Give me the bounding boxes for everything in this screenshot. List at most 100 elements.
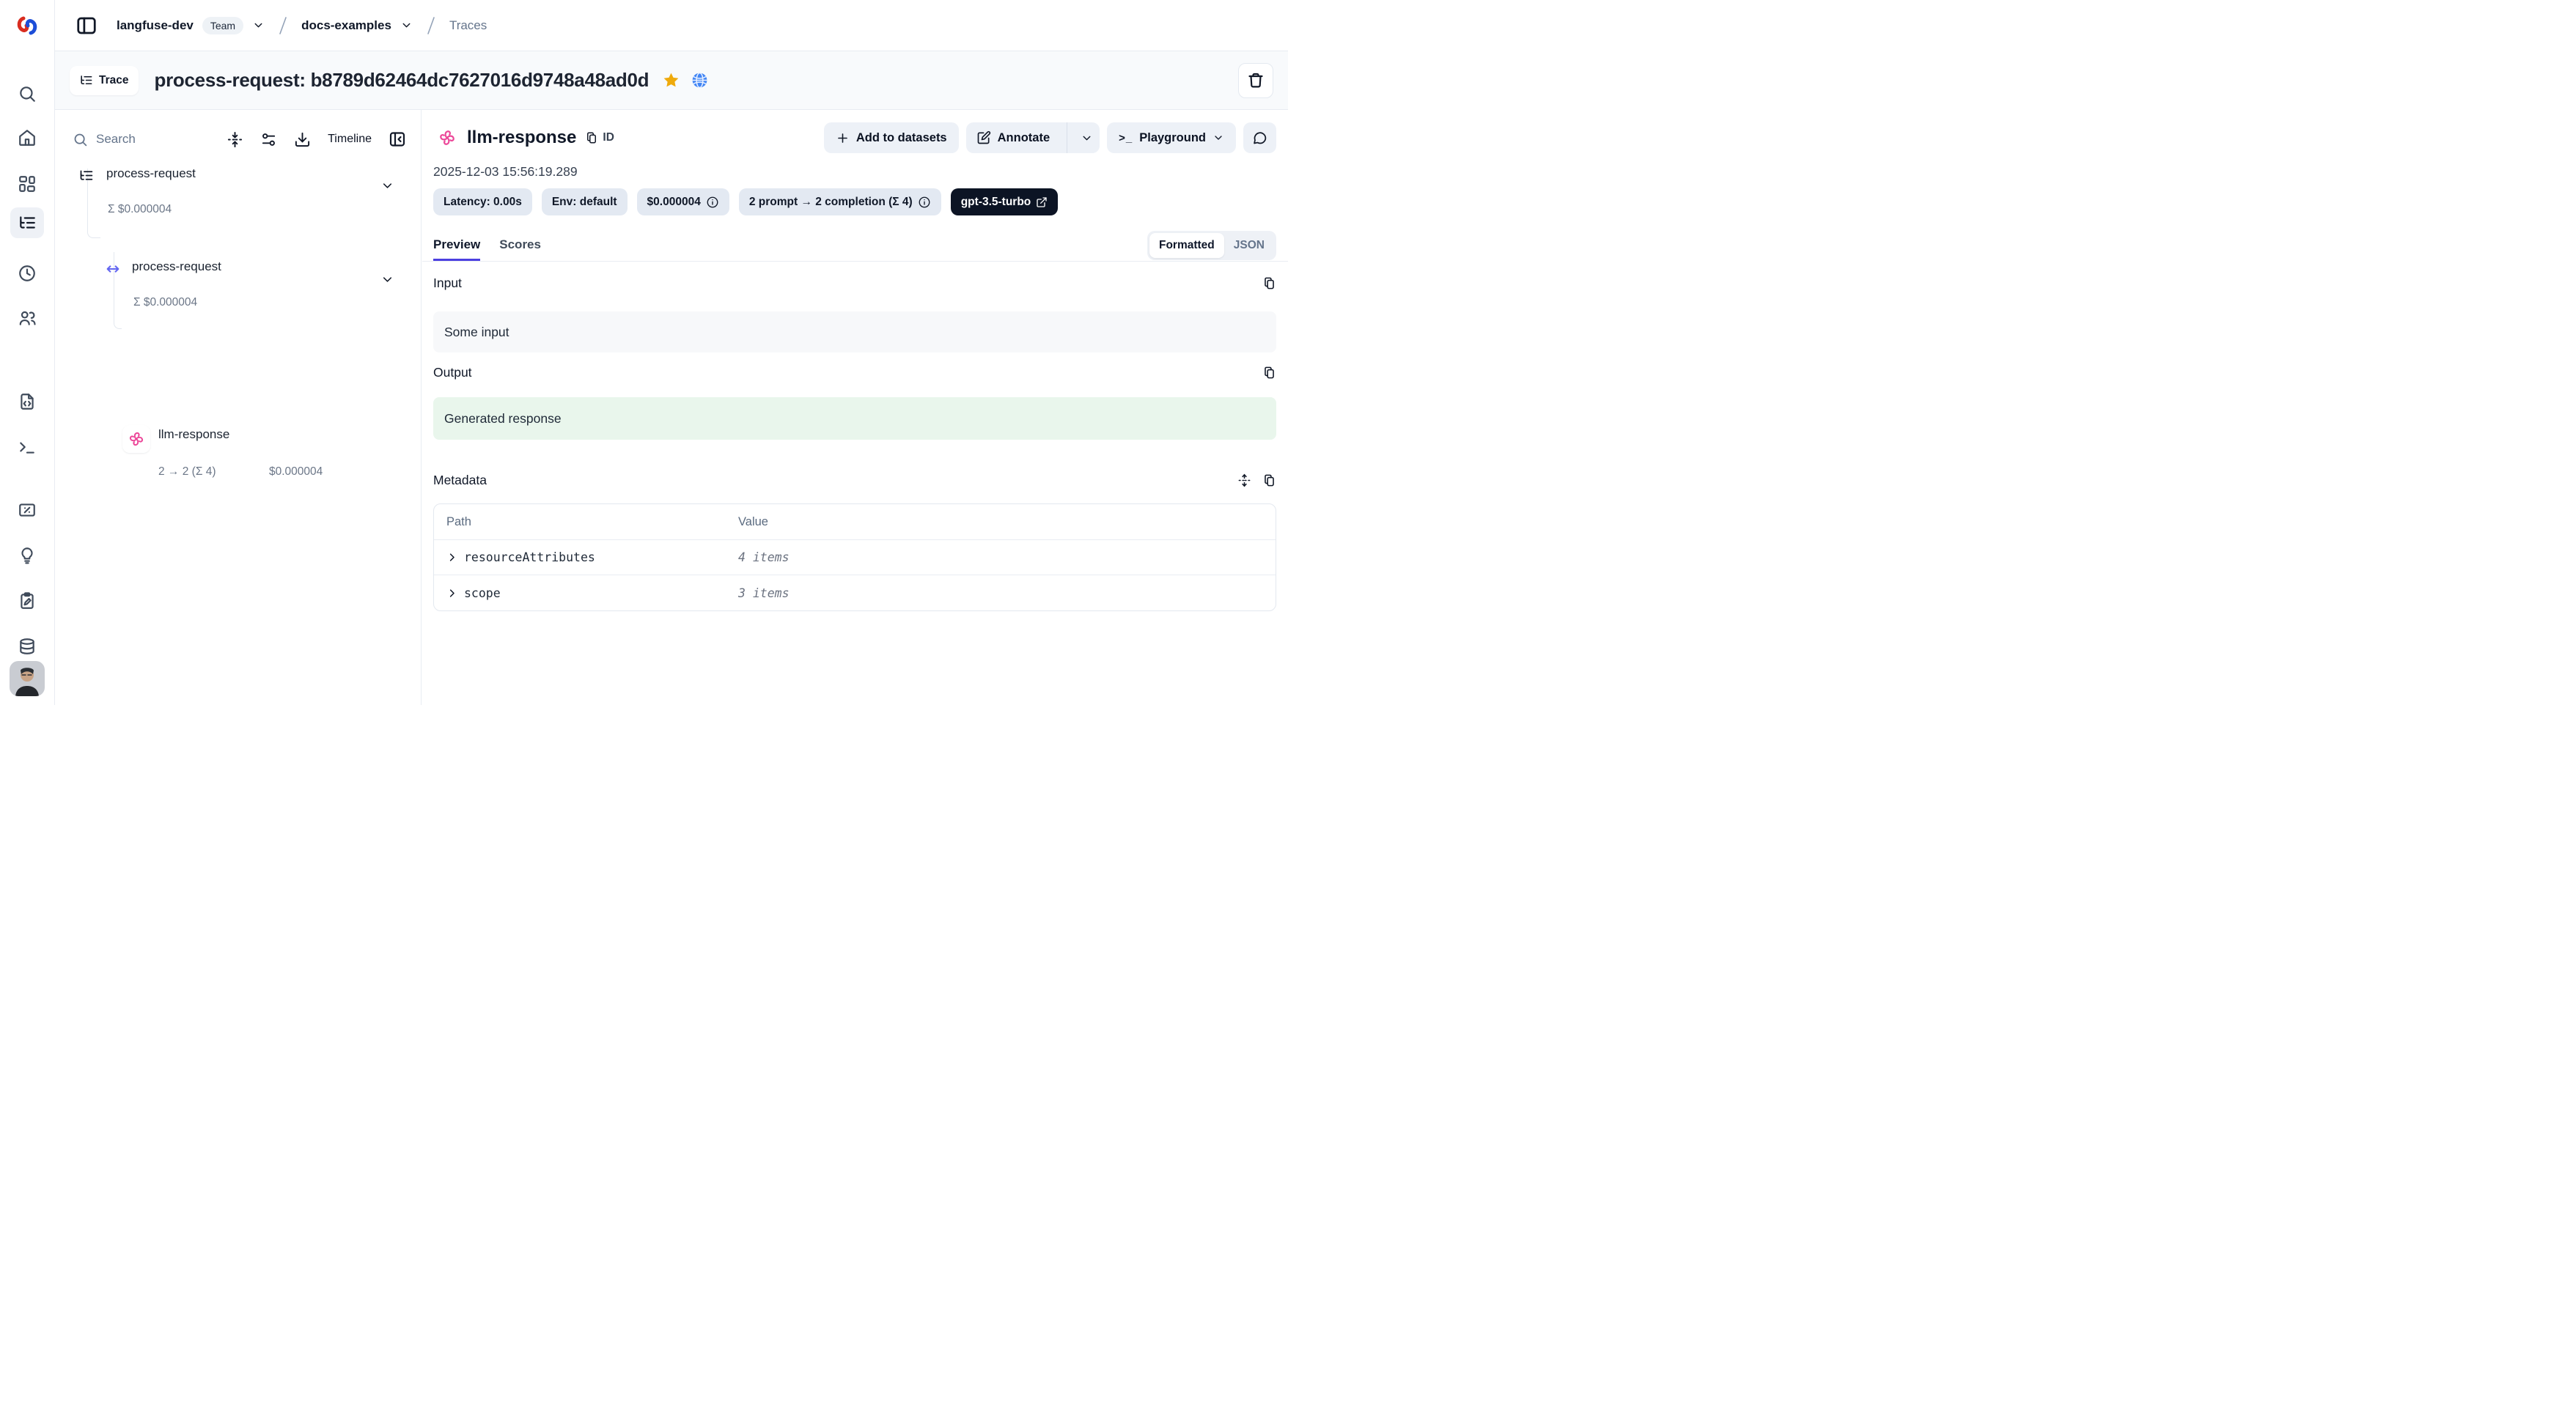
terminal-icon	[18, 438, 37, 457]
add-to-datasets-button[interactable]: Add to datasets	[824, 122, 959, 153]
fold-vertical-icon[interactable]	[227, 131, 243, 148]
panel-collapse-icon[interactable]	[389, 130, 406, 148]
info-icon	[918, 196, 931, 209]
breadcrumb-traces-link[interactable]: Traces	[449, 18, 487, 33]
chevron-down-icon[interactable]	[380, 179, 394, 193]
token-usage-badge[interactable]: 2 prompt → 2 completion (Σ 4)	[739, 188, 941, 215]
trace-type-badge: Trace	[70, 66, 139, 95]
input-label: Input	[433, 276, 462, 291]
playground-button[interactable]: >_ Playground	[1107, 122, 1236, 153]
copy-input-button[interactable]	[1262, 276, 1276, 290]
observation-timestamp: 2025-12-03 15:56:19.289	[433, 164, 1276, 180]
tree-search-input[interactable]	[96, 132, 177, 147]
annotate-dropdown-button[interactable]	[1074, 122, 1100, 153]
format-toggle: Formatted JSON	[1147, 231, 1276, 260]
metadata-row-scope[interactable]: scope 3 items	[434, 575, 1276, 610]
nav-playground-button[interactable]	[10, 432, 44, 462]
observation-header: llm-response ID Add to datasets Annotate	[433, 122, 1276, 154]
nav-dashboards-button[interactable]	[10, 169, 44, 199]
file-code-icon	[18, 392, 37, 411]
unfold-vertical-icon	[1237, 473, 1251, 487]
public-globe-icon[interactable]	[691, 71, 709, 89]
info-icon	[706, 196, 719, 209]
langfuse-logo-icon[interactable]	[15, 13, 40, 38]
tab-preview[interactable]: Preview	[433, 230, 480, 261]
breadcrumb-slash-icon	[426, 15, 436, 36]
breadcrumb-slash-icon	[278, 15, 288, 36]
tree-item-cost: $0.000004	[269, 465, 323, 479]
lightbulb-icon	[18, 546, 37, 565]
chevron-down-icon	[1212, 132, 1224, 144]
timeline-toggle[interactable]: Timeline	[328, 133, 372, 146]
nav-home-button[interactable]	[10, 122, 44, 153]
cost-badge[interactable]: $0.000004	[637, 188, 729, 215]
nav-prompts-button[interactable]	[10, 386, 44, 417]
format-toggle-formatted[interactable]: Formatted	[1149, 233, 1224, 258]
observation-panel: llm-response ID Add to datasets Annotate	[422, 110, 1288, 705]
tree-item-usage: 2 → 2 (Σ 4)	[158, 465, 216, 479]
chevron-right-icon[interactable]	[446, 552, 457, 563]
tab-scores[interactable]: Scores	[499, 230, 541, 261]
org-type-badge: Team	[202, 17, 243, 34]
clipboard-pen-icon	[18, 591, 37, 610]
plus-icon	[836, 131, 850, 145]
metadata-section-header: Metadata	[433, 470, 1276, 490]
chevron-down-icon[interactable]	[252, 19, 265, 32]
add-to-datasets-label: Add to datasets	[856, 131, 947, 145]
input-section-header: Input	[433, 273, 1276, 292]
display-settings-icon[interactable]	[260, 131, 277, 148]
comment-bubble-icon	[1252, 130, 1267, 146]
sidebar-toggle-icon[interactable]	[76, 15, 97, 37]
nav-datasets-button[interactable]	[10, 631, 44, 662]
bookmark-star-icon[interactable]	[662, 71, 680, 89]
copy-icon	[1262, 276, 1276, 290]
nav-sessions-button[interactable]	[10, 258, 44, 289]
tree-item-metrics: Σ $0.000004	[133, 296, 197, 309]
tree-item-title: process-request	[132, 259, 221, 274]
annotate-button[interactable]: Annotate	[966, 122, 1061, 153]
database-icon	[18, 637, 37, 656]
external-link-icon	[1036, 196, 1048, 208]
metadata-table: Path Value resourceAttributes 4 items sc…	[433, 503, 1276, 611]
chevron-right-icon[interactable]	[446, 588, 457, 599]
home-icon	[18, 128, 37, 147]
comments-button[interactable]	[1243, 122, 1276, 153]
user-avatar[interactable]	[10, 661, 45, 696]
breadcrumb-project[interactable]: docs-examples	[301, 18, 391, 33]
metadata-value: 4 items	[738, 550, 790, 564]
nav-tracing-button[interactable]	[10, 207, 44, 238]
nav-insights-button[interactable]	[10, 540, 44, 571]
model-badge[interactable]: gpt-3.5-turbo	[951, 188, 1059, 215]
format-toggle-json[interactable]: JSON	[1224, 233, 1274, 258]
metadata-row-resourceAttributes[interactable]: resourceAttributes 4 items	[434, 540, 1276, 575]
download-icon[interactable]	[294, 131, 311, 148]
list-tree-icon	[79, 73, 93, 87]
left-nav-rail	[0, 0, 55, 705]
delete-trace-button[interactable]	[1238, 63, 1273, 98]
tree-item-title: process-request	[106, 166, 196, 181]
annotate-split-button: Annotate	[966, 122, 1100, 153]
chevron-down-icon[interactable]	[380, 273, 394, 287]
chevron-down-icon	[1081, 132, 1093, 144]
percent-card-icon	[18, 501, 37, 520]
chevron-down-icon[interactable]	[400, 19, 413, 32]
clock-icon	[18, 264, 37, 283]
list-tree-icon	[78, 168, 94, 183]
nav-users-button[interactable]	[10, 303, 44, 333]
metadata-key: resourceAttributes	[464, 550, 595, 564]
tree-search[interactable]	[73, 132, 183, 147]
nav-evaluation-button[interactable]	[10, 495, 44, 525]
copy-icon	[585, 131, 598, 144]
expand-metadata-button[interactable]	[1237, 473, 1251, 487]
observation-title: llm-response	[467, 128, 576, 148]
nav-annotation-button[interactable]	[10, 586, 44, 616]
copy-metadata-button[interactable]	[1262, 473, 1276, 487]
annotate-pen-icon	[976, 130, 991, 145]
input-content: Some input	[433, 311, 1276, 352]
nav-search-button[interactable]	[10, 78, 44, 109]
copy-output-button[interactable]	[1262, 366, 1276, 380]
metadata-key: scope	[464, 586, 501, 600]
copy-id-chip[interactable]: ID	[585, 131, 614, 144]
id-chip-label: ID	[603, 131, 614, 144]
breadcrumb-org[interactable]: langfuse-dev	[117, 18, 194, 33]
